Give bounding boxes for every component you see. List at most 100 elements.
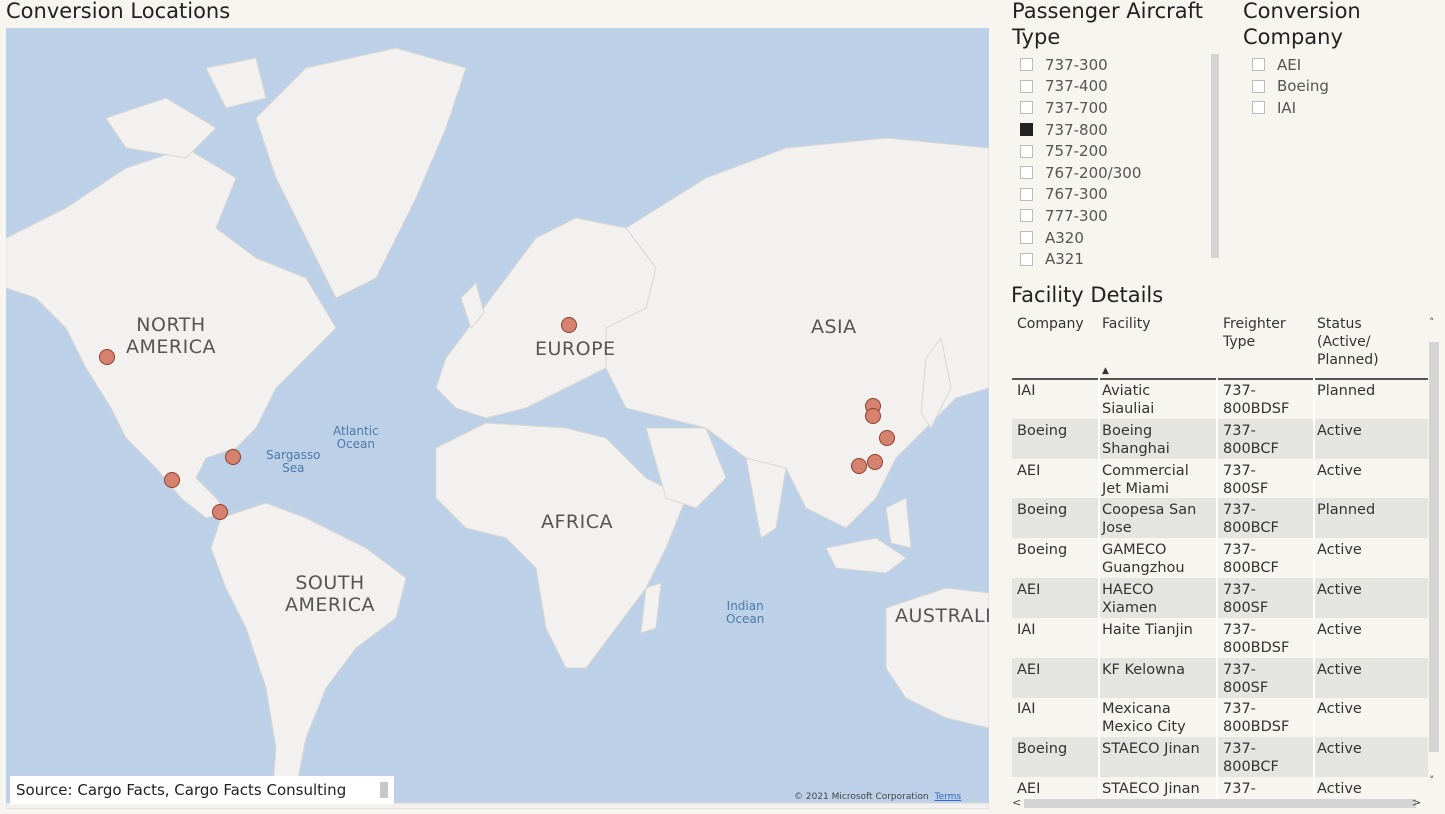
- scroll-up-icon[interactable]: ˄: [1429, 316, 1435, 329]
- cell-facility: Coopesa San Jose: [1102, 502, 1197, 537]
- checkbox-checked[interactable]: [1020, 123, 1033, 137]
- cell-facility: STAECO Jinan: [1102, 741, 1200, 758]
- table-row[interactable]: IAI Mexicana Mexico City 737- 800BDSF Activ…: [1012, 697, 1428, 737]
- slicer-item-label: AEI: [1277, 55, 1302, 74]
- cell-freighter-type: 737- 800BCF: [1223, 741, 1279, 776]
- checkbox[interactable]: [1020, 101, 1033, 115]
- table-row[interactable]: Boeing Coopesa San Jose 737- 800BCF Planned: [1012, 498, 1428, 539]
- source-scrollbar[interactable]: [380, 782, 388, 798]
- terms-link[interactable]: Terms: [935, 792, 962, 802]
- slicer-item-767-200-300[interactable]: 767-200/300: [1020, 162, 1141, 184]
- location-pin-shanghai[interactable]: [879, 430, 895, 446]
- checkbox[interactable]: [1020, 166, 1033, 180]
- slicer-item-label: IAI: [1277, 98, 1297, 117]
- checkbox[interactable]: [1252, 79, 1265, 93]
- sea-label-sargasso: Sargasso Sea: [266, 448, 321, 475]
- map-visual[interactable]: NORTH AMERICA EUROPE ASIA AFRICA SOUTH A…: [6, 28, 989, 809]
- table-vertical-scrollbar[interactable]: ˄ ˅: [1428, 312, 1440, 798]
- sea-label-indian: Indian Ocean: [726, 599, 765, 626]
- slicer-item-757-200[interactable]: 757-200: [1020, 140, 1141, 162]
- slicer-item-label: 737-300: [1045, 55, 1108, 74]
- cell-company: IAI: [1017, 701, 1036, 718]
- checkbox[interactable]: [1020, 252, 1033, 266]
- table-row[interactable]: IAI Haite Tianjin 737- 800BDSF Active: [1012, 618, 1428, 658]
- checkbox[interactable]: [1020, 79, 1033, 93]
- cell-freighter-type: 737- 800BCF: [1223, 422, 1279, 457]
- location-pin-kelowna[interactable]: [99, 349, 115, 365]
- map-copyright: © 2021 Microsoft Corporation Terms: [794, 792, 961, 802]
- table-row[interactable]: AEI KF Kelowna 737- 800SF Active: [1012, 657, 1428, 698]
- slicer-item-737-300[interactable]: 737-300: [1020, 54, 1141, 76]
- map-title: Conversion Locations: [6, 0, 231, 23]
- aircraft-type-slicer: 737-300 737-400 737-700 737-800 757-200 …: [1020, 54, 1141, 270]
- cell-status: Active: [1317, 462, 1362, 479]
- slicer-item-label: 767-300: [1045, 185, 1108, 204]
- cell-facility: Haite Tianjin: [1102, 621, 1193, 638]
- cell-freighter-type: 737- 800BCF: [1223, 502, 1279, 537]
- cell-company: Boeing: [1017, 502, 1068, 519]
- scroll-thumb[interactable]: [1024, 799, 1416, 808]
- slicer-item-737-400[interactable]: 737-400: [1020, 76, 1141, 98]
- table-row[interactable]: Boeing STAECO Jinan 737- 800BCF Active: [1012, 737, 1428, 778]
- cell-company: Boeing: [1017, 741, 1068, 758]
- checkbox[interactable]: [1020, 231, 1033, 245]
- cell-facility: KF Kelowna: [1102, 661, 1185, 678]
- column-header-company[interactable]: Company: [1017, 315, 1084, 333]
- scroll-right-icon[interactable]: >: [1412, 796, 1421, 809]
- scroll-down-icon[interactable]: ˅: [1429, 774, 1435, 787]
- cell-freighter-type: 737-: [1223, 781, 1256, 797]
- continent-label-europe: EUROPE: [535, 338, 616, 360]
- slicer-item-737-700[interactable]: 737-700: [1020, 97, 1141, 119]
- location-pin-xiamen[interactable]: [867, 454, 883, 470]
- column-divider: [1216, 378, 1218, 798]
- aircraft-slicer-scrollbar[interactable]: [1211, 54, 1219, 258]
- slicer-item-iai[interactable]: IAI: [1252, 97, 1329, 119]
- table-horizontal-scrollbar[interactable]: < >: [1012, 796, 1428, 810]
- slicer-item-a321[interactable]: A321: [1020, 248, 1141, 270]
- column-header-facility[interactable]: Facility: [1102, 315, 1151, 333]
- slicer-item-label: A320: [1045, 228, 1084, 247]
- checkbox[interactable]: [1020, 58, 1033, 72]
- cell-status: Active: [1317, 781, 1362, 797]
- checkbox[interactable]: [1252, 101, 1265, 115]
- checkbox[interactable]: [1252, 58, 1265, 72]
- world-map-base: [6, 47, 989, 809]
- table-row[interactable]: IAI Aviatic Siauliai 737- 800BDSF Planned: [1012, 379, 1428, 419]
- cell-status: Planned: [1317, 502, 1376, 519]
- location-pin-san-jose[interactable]: [212, 504, 228, 520]
- slicer-item-a320[interactable]: A320: [1020, 227, 1141, 249]
- slicer-item-boeing[interactable]: Boeing: [1252, 76, 1329, 98]
- checkbox[interactable]: [1020, 209, 1033, 223]
- table-row[interactable]: AEI HAECO Xiamen 737- 800SF Active: [1012, 578, 1428, 618]
- slicer-item-label: 757-200: [1045, 142, 1108, 161]
- slicer-item-767-300[interactable]: 767-300: [1020, 184, 1141, 206]
- slicer-item-label: 767-200/300: [1045, 163, 1142, 182]
- table-row[interactable]: AEI Commercial Jet Miami 737- 800SF Active: [1012, 459, 1428, 499]
- continent-label-australia: AUSTRALIA: [895, 605, 989, 627]
- table-row[interactable]: AEI STAECO Jinan 737- Active: [1012, 777, 1428, 798]
- slicer-item-777-300[interactable]: 777-300: [1020, 205, 1141, 227]
- cell-freighter-type: 737- 800SF: [1223, 661, 1269, 696]
- cell-company: Boeing: [1017, 542, 1068, 559]
- location-pin-jinan[interactable]: [865, 408, 881, 424]
- table-row[interactable]: Boeing Boeing Shanghai 737- 800BCF Active: [1012, 418, 1428, 459]
- cell-facility: Mexicana Mexico City: [1102, 701, 1186, 736]
- aircraft-slicer-title: Passenger Aircraft Type: [1012, 0, 1203, 49]
- location-pin-mexico-city[interactable]: [164, 472, 180, 488]
- cell-facility: Aviatic Siauliai: [1102, 383, 1155, 417]
- location-pin-miami[interactable]: [225, 449, 241, 465]
- location-pin-siauliai[interactable]: [561, 317, 577, 333]
- table-row[interactable]: Boeing GAMECO Guangzhou 737- 800BCF Active: [1012, 538, 1428, 578]
- column-header-status[interactable]: Status (Active/ Planned): [1317, 315, 1379, 369]
- copyright-text: © 2021 Microsoft Corporation: [794, 792, 929, 802]
- cell-status: Active: [1317, 542, 1362, 559]
- scroll-thumb[interactable]: [1429, 342, 1439, 752]
- checkbox[interactable]: [1020, 187, 1033, 201]
- scroll-left-icon[interactable]: <: [1012, 796, 1021, 809]
- location-pin-guangzhou[interactable]: [851, 458, 867, 474]
- slicer-item-aei[interactable]: AEI: [1252, 54, 1329, 76]
- cell-status: Active: [1317, 422, 1362, 439]
- column-header-freighter-type[interactable]: Freighter Type: [1223, 315, 1286, 351]
- slicer-item-737-800[interactable]: 737-800: [1020, 119, 1141, 141]
- checkbox[interactable]: [1020, 144, 1033, 158]
